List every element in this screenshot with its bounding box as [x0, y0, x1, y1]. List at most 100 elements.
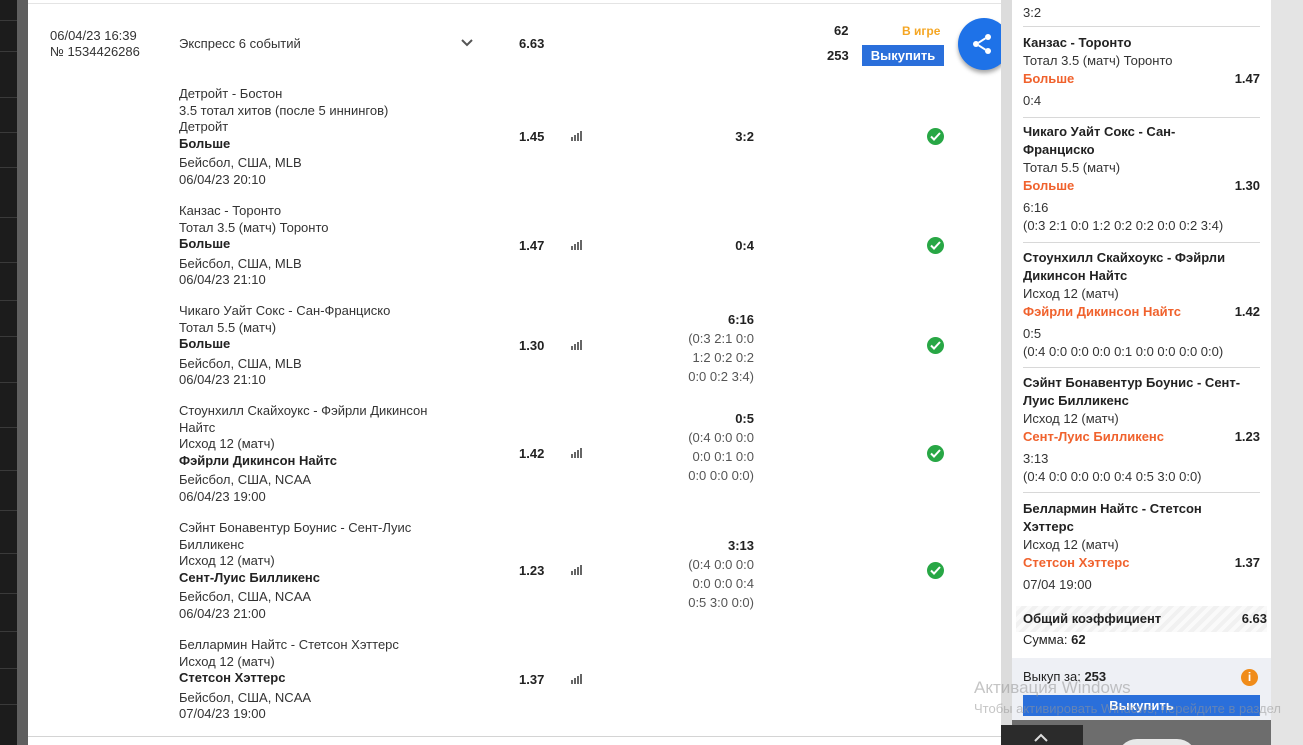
slip-score: 0:4 [1023, 93, 1042, 108]
event-league: Бейсбол, США, NCAA [179, 689, 312, 705]
event-pick: Больше [179, 236, 231, 252]
event-market: Исход 12 (матч) [179, 653, 275, 669]
event-score-detail: (0:4 0:0 0:0 [688, 430, 754, 445]
event-teams: Чикаго Уайт Сокс - Сан-Франциско [179, 303, 391, 318]
event-text: Канзас - Торонто Тотал 3.5 (матч) Торонто… [179, 203, 429, 289]
event-market: 3.5 тотал хитов (после 5 иннингов) Детро… [179, 102, 389, 135]
event-coef: 1.47 [519, 238, 545, 253]
event-teams: Сэйнт Бонавентур Боунис - Сент-Луис Билл… [179, 520, 412, 552]
event-market: Исход 12 (матч) [179, 436, 275, 452]
bet-title: Экспресс 6 событий [179, 36, 301, 51]
slip-teams: Канзас - Торонто [1023, 35, 1132, 50]
stats-icon[interactable] [571, 674, 582, 684]
event-score-main: 3:2 [735, 129, 754, 144]
total-coef-value: 6.63 [1241, 611, 1267, 626]
check-icon [927, 562, 944, 579]
stats-icon[interactable] [571, 340, 582, 350]
cashout-button[interactable]: Выкупить [862, 45, 944, 66]
chevron-up-icon [1034, 733, 1048, 742]
event-score-main: 6:16 [727, 312, 754, 327]
slip-teams: Сэйнт Бонавентур Боунис - Сент- [1023, 375, 1241, 390]
stats-icon[interactable] [571, 565, 582, 575]
event-league: Бейсбол, США, MLB [179, 255, 302, 271]
event-score-main: 0:4 [735, 238, 754, 253]
left-dark-strip [0, 0, 17, 745]
event-teams: Детройт - Бостон [179, 86, 283, 101]
event-score: 3:2 [648, 127, 754, 146]
check-icon [927, 337, 944, 354]
sum-label: Сумма: [1023, 632, 1068, 647]
stats-icon[interactable] [571, 131, 582, 141]
windows-activation-text: Чтобы активировать Windows, перейдите в … [974, 701, 1281, 716]
slip-teams: Стоунхилл Скайхоукс - Фэйрли [1023, 250, 1226, 265]
event-coef: 1.30 [519, 338, 545, 353]
total-coef-row: Общий коэффициент 6.63 [1016, 606, 1267, 632]
slip-score: 3:13 [1023, 451, 1049, 466]
info-icon[interactable]: i [1241, 669, 1258, 686]
event-coef: 1.42 [519, 446, 545, 461]
event-teams: Стоунхилл Скайхоукс - Фэйрли Дикинсон На… [179, 403, 428, 435]
event-text: Сэйнт Бонавентур Боунис - Сент-Луис Билл… [179, 520, 429, 623]
slip-coef: 1.23 [1234, 429, 1260, 444]
share-button[interactable] [958, 18, 1001, 70]
slip-pick: Стетсон Хэттерс [1023, 555, 1130, 570]
chevron-down-icon[interactable] [460, 38, 474, 48]
bet-coef: 6.63 [519, 36, 545, 51]
slip-market: Тотал 3.5 (матч) Торонто [1023, 53, 1173, 68]
slip-market: Исход 12 (матч) [1023, 411, 1119, 426]
event-time: 06/04/23 20:10 [179, 171, 266, 187]
slip-score-detail: (0:4 0:0 0:0 0:0 0:1 0:0 0:0 0:0 0:0) [1023, 344, 1224, 359]
event-pick: Больше [179, 336, 231, 352]
slip-teams: Дикинсон Найтс [1023, 268, 1128, 283]
sum-value: 62 [1071, 632, 1086, 647]
event-league: Бейсбол, США, MLB [179, 355, 302, 371]
event-time: 06/04/23 21:10 [179, 272, 266, 288]
slip-item: Беллармин Найтс - Стетсон Хэттерс Исход 12… [1023, 500, 1260, 594]
slip-teams: Франциско [1023, 142, 1095, 157]
event-league: Бейсбол, США, NCAA [179, 472, 312, 488]
event-score-detail: 0:0 0:2 3:4) [688, 369, 754, 384]
event-market: Исход 12 (матч) [179, 553, 275, 569]
slip-coef: 1.37 [1234, 555, 1260, 570]
slip-item: Сэйнт Бонавентур Боунис - Сент- Луис Билл… [1023, 374, 1260, 486]
slip-teams: Хэттерс [1023, 519, 1074, 534]
event-coef: 1.45 [519, 129, 545, 144]
slip-coef: 1.47 [1234, 71, 1260, 86]
event-text: Детройт - Бостон 3.5 тотал хитов (после 5… [179, 86, 429, 189]
bet-date: 06/04/23 16:39 [50, 28, 137, 43]
slip-market: Тотал 5.5 (матч) [1023, 160, 1121, 175]
event-score: 3:13 (0:4 0:0 0:0 0:0 0:0 0:4 0:5 3:0 0:0) [648, 536, 754, 612]
slip-pick: Больше [1023, 71, 1075, 86]
slip-item: Чикаго Уайт Сокс - Сан- Франциско Тотал 5.… [1023, 123, 1260, 235]
slip-pick: Больше [1023, 178, 1075, 193]
bottom-round-control[interactable] [1117, 739, 1197, 745]
slip-top-score: 3:2 [1023, 5, 1042, 20]
event-time: 07/04/23 19:00 [179, 706, 266, 722]
event-score-detail: (0:4 0:0 0:0 [688, 557, 754, 572]
check-icon [927, 237, 944, 254]
scroll-up-bar[interactable] [1001, 725, 1083, 745]
event-coef: 1.23 [519, 563, 545, 578]
slip-pick: Сент-Луис Билликенс [1023, 429, 1165, 444]
event-time: 06/04/23 19:00 [179, 488, 266, 504]
event-coef: 1.37 [519, 672, 545, 687]
bet-number: № 1534426286 [50, 44, 140, 59]
stats-icon[interactable] [571, 240, 582, 250]
slip-market: Исход 12 (матч) [1023, 286, 1119, 301]
event-market: Тотал 5.5 (матч) [179, 319, 277, 335]
slip-teams: Луис Билликенс [1023, 393, 1129, 408]
stats-icon[interactable] [571, 448, 582, 458]
windows-activation-title: Активация Windows [974, 678, 1131, 697]
scrollbar[interactable] [1271, 0, 1303, 745]
bet-slip-panel: 3:2 Канзас - Торонто Тотал 3.5 (матч) Тор… [1012, 0, 1271, 720]
slip-item: Канзас - Торонто Тотал 3.5 (матч) Торонто… [1023, 34, 1260, 110]
slip-score: 0:5 [1023, 326, 1042, 341]
event-league: Бейсбол, США, NCAA [179, 589, 312, 605]
event-teams: Беллармин Найтс - Стетсон Хэттерс [179, 637, 399, 652]
slip-coef: 1.30 [1234, 178, 1260, 193]
slip-score: 6:16 [1023, 200, 1049, 215]
total-coef-label: Общий коэффициент [1023, 611, 1162, 626]
slip-item: Стоунхилл Скайхоукс - Фэйрли Дикинсон Най… [1023, 249, 1260, 361]
slip-gutter [1001, 0, 1012, 745]
event-pick: Стетсон Хэттерс [179, 670, 286, 686]
